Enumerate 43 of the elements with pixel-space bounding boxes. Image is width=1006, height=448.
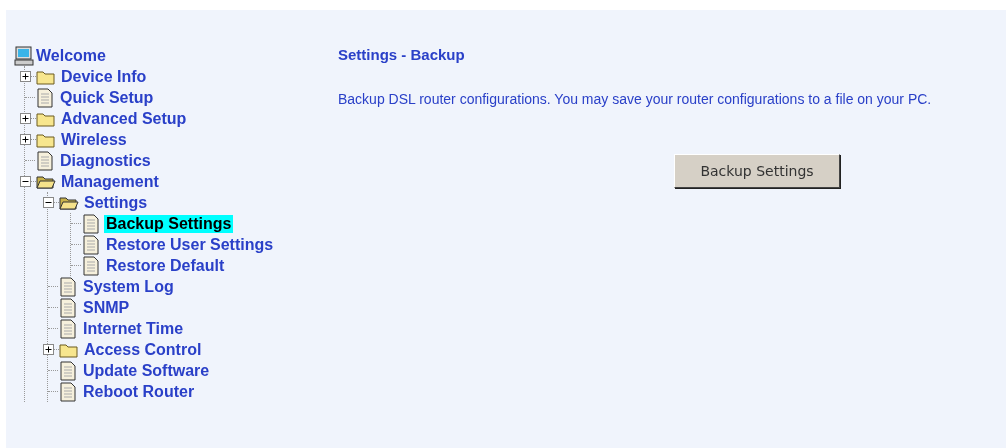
- tree-item[interactable]: SNMP: [81, 298, 132, 317]
- tree-item[interactable]: System Log: [81, 277, 176, 296]
- open-folder-icon: [59, 194, 79, 211]
- tree-item[interactable]: Reboot Router: [81, 382, 197, 401]
- tree-root[interactable]: Welcome: [34, 46, 108, 65]
- folder-icon: [59, 341, 79, 358]
- tree-item[interactable]: Backup Settings: [104, 214, 234, 233]
- page-icon: [60, 276, 76, 297]
- page-icon: [60, 360, 76, 381]
- page-title: Settings - Backup: [338, 46, 466, 63]
- tree-item[interactable]: Quick Setup: [58, 88, 156, 107]
- description-text: Backup DSL router configurations. You may save your router configurations to a file on your PC.: [338, 91, 933, 107]
- page-icon: [60, 381, 76, 402]
- page-icon: [60, 318, 76, 339]
- folder-icon: [36, 110, 56, 127]
- tree-item[interactable]: Restore User Settings: [104, 235, 276, 254]
- tree-item[interactable]: Advanced Setup: [59, 109, 189, 128]
- tree-item[interactable]: Internet Time: [81, 319, 186, 338]
- backup-settings-button[interactable]: Backup Settings: [674, 154, 840, 188]
- tree-item[interactable]: Device Info: [59, 67, 149, 86]
- tree-item[interactable]: Diagnostics: [58, 151, 153, 170]
- page-icon: [83, 213, 99, 234]
- page-icon: [37, 150, 53, 171]
- expander-toggle[interactable]: [43, 344, 54, 355]
- tree-item[interactable]: Restore Default: [104, 256, 227, 275]
- folder-icon: [36, 68, 56, 85]
- tree-item[interactable]: Management: [59, 172, 161, 191]
- computer-icon: [14, 45, 34, 66]
- page-icon: [83, 234, 99, 255]
- expander-toggle[interactable]: [43, 197, 54, 208]
- tree-item[interactable]: Settings: [82, 193, 150, 212]
- tree-item[interactable]: Update Software: [81, 361, 212, 380]
- open-folder-icon: [36, 173, 56, 190]
- expander-toggle[interactable]: [20, 134, 31, 145]
- expander-toggle[interactable]: [20, 176, 31, 187]
- page-icon: [60, 297, 76, 318]
- page-icon: [37, 87, 53, 108]
- tree-item[interactable]: Wireless: [59, 130, 129, 149]
- expander-toggle[interactable]: [20, 113, 31, 124]
- folder-icon: [36, 131, 56, 148]
- expander-toggle[interactable]: [20, 71, 31, 82]
- tree-item[interactable]: Access Control: [82, 340, 204, 359]
- page-icon: [83, 255, 99, 276]
